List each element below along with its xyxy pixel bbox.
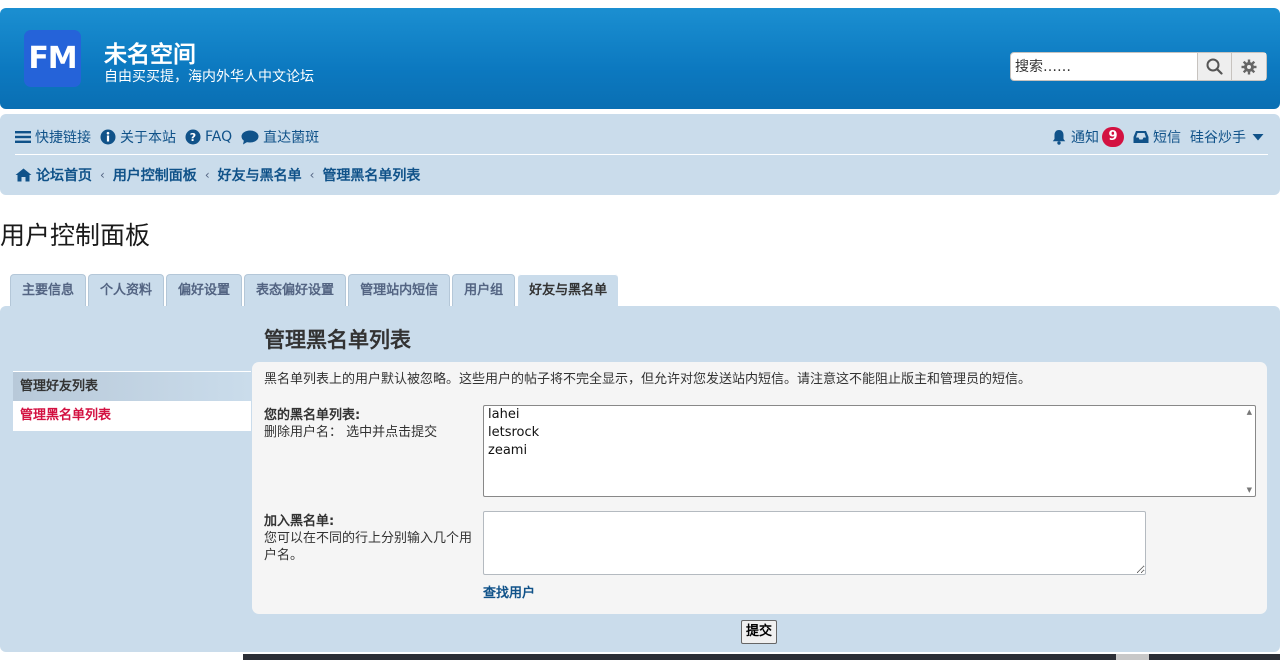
messages-link[interactable]: 短信 (1133, 127, 1181, 147)
tab-private-messages[interactable]: 管理站内短信 (348, 274, 451, 306)
tab-usergroups[interactable]: 用户组 (452, 274, 516, 306)
find-user-link[interactable]: 查找用户 (483, 582, 535, 601)
nav-chat[interactable]: 直达菌斑 (241, 127, 319, 147)
blacklist-option[interactable]: letsrock (484, 424, 1255, 442)
site-description: 自由买买提，海内外华人中文论坛 (104, 69, 314, 85)
search-icon (1206, 58, 1223, 75)
scroll-down-icon[interactable]: ▼ (1247, 486, 1252, 494)
blacklist-hint: 删除用户名： 选中并点击提交 (264, 425, 438, 440)
breadcrumb-zebra[interactable]: 好友与黑名单 (218, 165, 302, 185)
info-icon (100, 129, 116, 145)
add-foes-label-group: 加入黑名单: 您可以在不同的行上分别输入几个用户名。 (264, 513, 479, 564)
nav-link-label: 关于本站 (120, 130, 176, 146)
bell-icon (1052, 130, 1066, 145)
bars-icon (15, 131, 31, 143)
scroll-up-icon[interactable]: ▲ (1247, 408, 1252, 416)
tab-main[interactable]: 主要信息 (10, 274, 87, 306)
tab-reaction-preferences[interactable]: 表态偏好设置 (244, 274, 347, 306)
site-logo[interactable]: FM (24, 30, 81, 87)
notifications-label: 通知 (1071, 130, 1099, 146)
breadcrumb: 论坛首页 ‹ 用户控制面板 ‹ 好友与黑名单 ‹ 管理黑名单列表 (15, 165, 420, 185)
breadcrumb-label: 论坛首页 (36, 168, 92, 184)
add-foes-label: 加入黑名单: (264, 514, 335, 529)
blacklist-label: 您的黑名单列表: (264, 408, 361, 423)
section-title: 管理黑名单列表 (264, 328, 411, 352)
question-icon: ? (185, 129, 201, 145)
username: 硅谷炒手 (1190, 130, 1246, 146)
blacklist-label-group: 您的黑名单列表: 删除用户名： 选中并点击提交 (264, 407, 437, 441)
gear-icon (1241, 59, 1257, 74)
messages-label: 短信 (1153, 130, 1181, 146)
search-button[interactable] (1196, 53, 1232, 80)
search-box (1010, 52, 1267, 81)
bottom-strip-segment (1116, 654, 1149, 660)
nav-links-row: 快捷链接 关于本站 ? FAQ 直达菌斑 通知 9 短信 硅谷炒手 (15, 126, 1268, 148)
bottom-strip (243, 654, 1280, 660)
breadcrumb-label: 好友与黑名单 (217, 168, 302, 184)
breadcrumb-separator-icon: ‹ (204, 168, 210, 182)
breadcrumb-separator-icon: ‹ (100, 168, 105, 182)
breadcrumb-foes[interactable]: 管理黑名单列表 (322, 165, 420, 185)
svg-text:?: ? (190, 131, 196, 144)
side-item-friends[interactable]: 管理好友列表 (13, 371, 251, 401)
blacklist-option[interactable]: zeami (484, 442, 1255, 460)
nav-divider (15, 154, 1268, 155)
notifications-link[interactable]: 通知 9 (1051, 127, 1124, 147)
tab-preferences[interactable]: 偏好设置 (166, 274, 243, 306)
inbox-icon (1133, 131, 1149, 143)
side-menu: 管理好友列表 管理黑名单列表 (13, 371, 251, 431)
breadcrumb-separator-icon: ‹ (309, 168, 315, 182)
submit-button[interactable]: 提交 (741, 620, 777, 644)
advanced-search-button[interactable] (1231, 53, 1267, 80)
nav-link-label: FAQ (205, 129, 233, 145)
nav-link-label: 快捷链接 (35, 130, 91, 146)
breadcrumb-home[interactable]: 论坛首页 (15, 165, 92, 185)
breadcrumb-ucp[interactable]: 用户控制面板 (113, 165, 197, 185)
blacklist-option[interactable]: lahei (484, 406, 1255, 424)
add-foes-hint: 您可以在不同的行上分别输入几个用户名。 (264, 531, 473, 563)
search-input[interactable] (1011, 53, 1197, 80)
notifications-count-badge: 9 (1102, 127, 1124, 147)
nav-quick-links[interactable]: 快捷链接 (15, 127, 91, 147)
nav-faq[interactable]: ? FAQ (185, 129, 232, 145)
page-title: 用户控制面板 (0, 221, 151, 250)
ucp-tabs: 主要信息 个人资料 偏好设置 表态偏好设置 管理站内短信 用户组 好友与黑名单 (10, 273, 621, 306)
chat-icon (241, 130, 259, 144)
add-foes-textarea[interactable] (483, 511, 1146, 575)
user-nav: 通知 9 短信 硅谷炒手 (1051, 126, 1268, 148)
user-menu[interactable]: 硅谷炒手 (1190, 127, 1268, 147)
side-item-foes[interactable]: 管理黑名单列表 (13, 401, 251, 431)
foes-form: 黑名单列表上的用户默认被忽略。这些用户的帖子将不完全显示，但允许对您发送站内短信… (252, 362, 1267, 614)
blacklist-select[interactable]: lahei letsrock zeami ▲ ▼ (483, 405, 1256, 497)
foes-description: 黑名单列表上的用户默认被忽略。这些用户的帖子将不完全显示，但允许对您发送站内短信… (264, 372, 1032, 387)
breadcrumb-label: 管理黑名单列表 (322, 168, 421, 184)
nav-link-label: 直达菌斑 (263, 130, 320, 146)
tab-profile[interactable]: 个人资料 (88, 274, 165, 306)
caret-down-icon (1252, 134, 1264, 141)
site-title[interactable]: 未名空间 (104, 35, 196, 69)
breadcrumb-label: 用户控制面板 (112, 168, 197, 184)
home-icon (15, 168, 32, 182)
site-header: FM 未名空间 自由买买提，海内外华人中文论坛 (0, 8, 1280, 109)
nav-about[interactable]: 关于本站 (100, 127, 176, 147)
navbar: 快捷链接 关于本站 ? FAQ 直达菌斑 通知 9 短信 硅谷炒手 论坛首页 ‹… (0, 114, 1280, 195)
tab-friends-foes[interactable]: 好友与黑名单 (517, 273, 620, 306)
